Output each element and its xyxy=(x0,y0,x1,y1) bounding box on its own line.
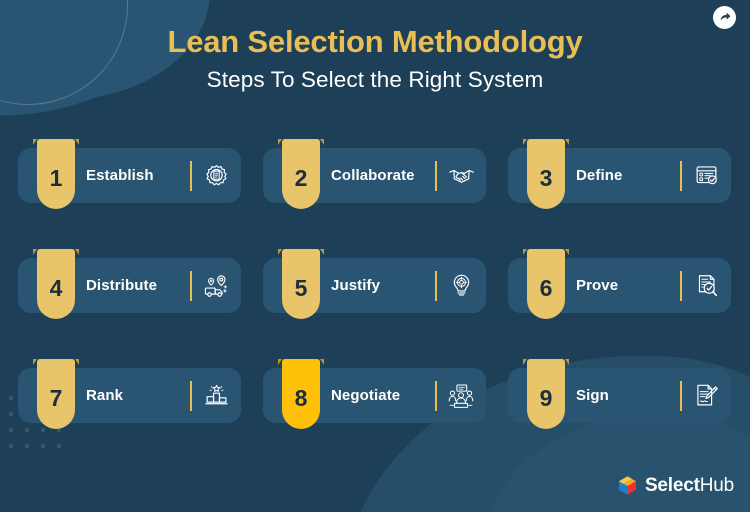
step-number: 9 xyxy=(539,385,553,411)
step-card-establish[interactable]: 1 Establish xyxy=(18,139,241,209)
step-badge: 7 xyxy=(33,359,79,429)
lightbulb-target-icon xyxy=(446,271,476,301)
gear-document-icon xyxy=(201,161,231,191)
step-divider xyxy=(190,380,192,411)
checklist-document-icon xyxy=(691,161,721,191)
step-label: Collaborate xyxy=(331,167,415,184)
step-divider xyxy=(435,160,437,191)
meeting-people-icon xyxy=(446,381,476,411)
step-number: 1 xyxy=(49,165,63,191)
step-label: Distribute xyxy=(86,277,158,294)
share-arrow-icon xyxy=(720,12,731,21)
delivery-truck-icon xyxy=(201,271,231,301)
step-badge: 3 xyxy=(523,139,569,209)
step-label: Define xyxy=(576,167,623,184)
step-number: 6 xyxy=(539,275,553,301)
step-divider xyxy=(435,270,437,301)
page-subtitle: Steps To Select the Right System xyxy=(206,66,544,92)
step-number: 2 xyxy=(294,165,308,191)
podium-icon xyxy=(201,381,231,411)
step-label: Prove xyxy=(576,277,619,294)
step-card-distribute[interactable]: 4 Distribute xyxy=(18,249,241,319)
step-badge: 6 xyxy=(523,249,569,319)
step-number: 7 xyxy=(49,385,63,411)
step-divider xyxy=(680,270,682,301)
share-button[interactable] xyxy=(713,6,736,29)
handshake-icon xyxy=(446,161,476,191)
step-number: 3 xyxy=(539,165,553,191)
step-label: Rank xyxy=(86,387,124,404)
step-badge-active: 8 xyxy=(278,359,324,429)
selecthub-logo[interactable]: SelectHub xyxy=(617,475,734,496)
step-card-negotiate[interactable]: 8 Negotiate xyxy=(263,359,486,429)
step-label: Negotiate xyxy=(331,387,401,404)
step-divider xyxy=(680,380,682,411)
step-label: Justify xyxy=(331,277,381,294)
step-divider xyxy=(190,270,192,301)
step-card-rank[interactable]: 7 Rank xyxy=(18,359,241,429)
logo-brand-bold: Select xyxy=(644,475,700,496)
step-card-justify[interactable]: 5 Justify xyxy=(263,249,486,319)
page-header: Lean Selection Methodology Steps To Sele… xyxy=(0,24,750,93)
document-magnifier-icon xyxy=(691,271,721,301)
document-pen-icon xyxy=(691,381,721,411)
step-badge: 5 xyxy=(278,249,324,319)
step-number: 5 xyxy=(294,275,308,301)
step-divider xyxy=(435,380,437,411)
step-number: 8 xyxy=(294,385,308,411)
step-card-sign[interactable]: 9 Sign xyxy=(508,359,731,429)
steps-grid: 1 Establish 2 Collaborate 3 Define 4 Dis… xyxy=(18,139,732,429)
step-number: 4 xyxy=(49,275,63,301)
step-label: Sign xyxy=(576,387,609,404)
step-card-collaborate[interactable]: 2 Collaborate xyxy=(263,139,486,209)
step-divider xyxy=(680,160,682,191)
step-badge: 1 xyxy=(33,139,79,209)
page-title: Lean Selection Methodology xyxy=(167,24,583,59)
logo-brand-light: Hub xyxy=(699,475,734,496)
step-card-define[interactable]: 3 Define xyxy=(508,139,731,209)
step-label: Establish xyxy=(86,167,154,184)
step-badge: 9 xyxy=(523,359,569,429)
infographic-canvas: Lean Selection Methodology Steps To Sele… xyxy=(0,0,750,512)
selecthub-cube-icon xyxy=(618,476,636,495)
step-card-prove[interactable]: 6 Prove xyxy=(508,249,731,319)
selecthub-wordmark: SelectHub xyxy=(645,476,734,495)
step-divider xyxy=(190,160,192,191)
step-badge: 2 xyxy=(278,139,324,209)
step-badge: 4 xyxy=(33,249,79,319)
